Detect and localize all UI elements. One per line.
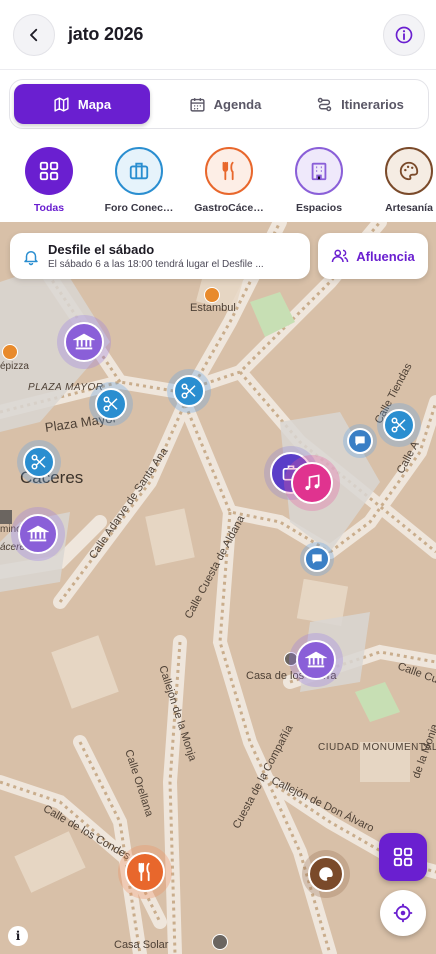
tab-agenda[interactable]: Agenda: [170, 84, 280, 124]
category-label: GastroCáce…: [194, 202, 264, 214]
map-marker-taller[interactable]: [383, 409, 415, 441]
map-marker-musica[interactable]: [291, 462, 333, 504]
fork-knife-icon: [138, 862, 150, 882]
music-note-icon: [305, 474, 320, 491]
restaurant-poi-icon[interactable]: [2, 344, 18, 360]
afluencia-label: Afluencia: [356, 248, 415, 264]
speech-icon: [355, 436, 365, 446]
category-circle: [205, 147, 253, 195]
restaurant-poi-icon[interactable]: [204, 287, 220, 303]
scissors-icon: [31, 454, 46, 470]
scissors-icon: [391, 417, 406, 433]
map-marker-taller[interactable]: [95, 388, 127, 420]
briefcase-icon: [129, 162, 149, 180]
map-marker-espacio[interactable]: [296, 640, 336, 680]
page-title: jato 2026: [68, 24, 144, 44]
category-label: Artesanía: [385, 202, 433, 214]
locate-me-button[interactable]: [380, 890, 426, 936]
palette-icon: [319, 867, 333, 881]
tab-label: Mapa: [77, 96, 112, 112]
museum-icon: [305, 651, 327, 668]
notice-title: Desfile el sábado: [48, 242, 155, 257]
category-circle: [295, 147, 343, 195]
tab-itinerarios[interactable]: Itinerarios: [300, 84, 420, 124]
category-label: Foro Conec…: [104, 202, 174, 214]
tab-label: Agenda: [213, 96, 262, 112]
category-circle: [25, 147, 73, 195]
category-label: Espacios: [295, 202, 343, 214]
map-attribution-info-icon[interactable]: i: [8, 926, 28, 946]
map-marker-artesania[interactable]: [308, 856, 344, 892]
categories-fab-button[interactable]: [379, 833, 427, 881]
category-foro[interactable]: Foro Conec…: [94, 147, 184, 214]
tab-mapa[interactable]: Mapa: [14, 84, 150, 124]
map-icon: [54, 96, 69, 112]
category-circle: [115, 147, 163, 195]
category-circle: [385, 147, 433, 195]
palette-icon: [399, 161, 419, 181]
monument-poi-icon[interactable]: [0, 510, 12, 524]
map-marker-gastro[interactable]: [125, 852, 165, 892]
museum-icon: [27, 525, 49, 542]
building-icon: [311, 162, 327, 181]
event-notice-card[interactable]: Desfile el sábado El sábado 6 a las 18:0…: [10, 233, 310, 279]
map-label: Estambul: [190, 302, 236, 314]
scissors-icon: [181, 383, 196, 399]
bell-icon: [24, 251, 38, 266]
map-marker-foro[interactable]: [347, 428, 373, 454]
info-icon: [395, 26, 413, 44]
back-button[interactable]: [13, 14, 55, 56]
notice-text: El sábado 6 a las 18:00 tendrá lugar el …: [48, 259, 264, 270]
grid-icon: [39, 161, 59, 181]
people-icon: [331, 249, 349, 263]
crosshair-icon: [393, 903, 413, 923]
scissors-icon: [103, 396, 118, 412]
grid-icon: [393, 847, 413, 867]
category-label: Todas: [33, 202, 65, 214]
map-label: Casa Solar: [114, 939, 169, 951]
chevron-left-icon: [30, 28, 38, 42]
map-marker-taller[interactable]: [173, 375, 205, 407]
map-marker-espacio[interactable]: [64, 322, 104, 362]
speech-icon: [312, 554, 322, 564]
route-icon: [317, 97, 332, 111]
app-header: jato 2026: [0, 0, 436, 70]
category-gastro[interactable]: GastroCáce…: [184, 147, 274, 214]
map-marker-taller[interactable]: [23, 446, 55, 478]
museum-icon: [73, 333, 95, 350]
category-bar: Todas Foro Conec… GastroCáce… Espacios A…: [0, 138, 436, 222]
category-espacios[interactable]: Espacios: [274, 147, 364, 214]
map-marker-foro[interactable]: [304, 546, 330, 572]
map-label: épizza: [0, 361, 29, 372]
map-marker-espacio[interactable]: [18, 514, 58, 554]
monument-poi-icon[interactable]: [212, 934, 228, 950]
category-todas[interactable]: Todas: [4, 147, 94, 214]
info-button[interactable]: [383, 14, 425, 56]
fork-knife-icon: [222, 161, 234, 181]
map-view[interactable]: Estambul épizza PLAZA MAYOR Plaza Mayor …: [0, 222, 436, 954]
category-artesania[interactable]: Artesanía: [364, 147, 436, 214]
tab-label: Itinerarios: [341, 96, 404, 112]
calendar-icon: [190, 97, 205, 112]
view-tabs: Mapa Agenda Itinerarios: [9, 79, 429, 129]
afluencia-button[interactable]: Afluencia: [318, 233, 428, 279]
map-label: PLAZA MAYOR: [28, 382, 104, 393]
